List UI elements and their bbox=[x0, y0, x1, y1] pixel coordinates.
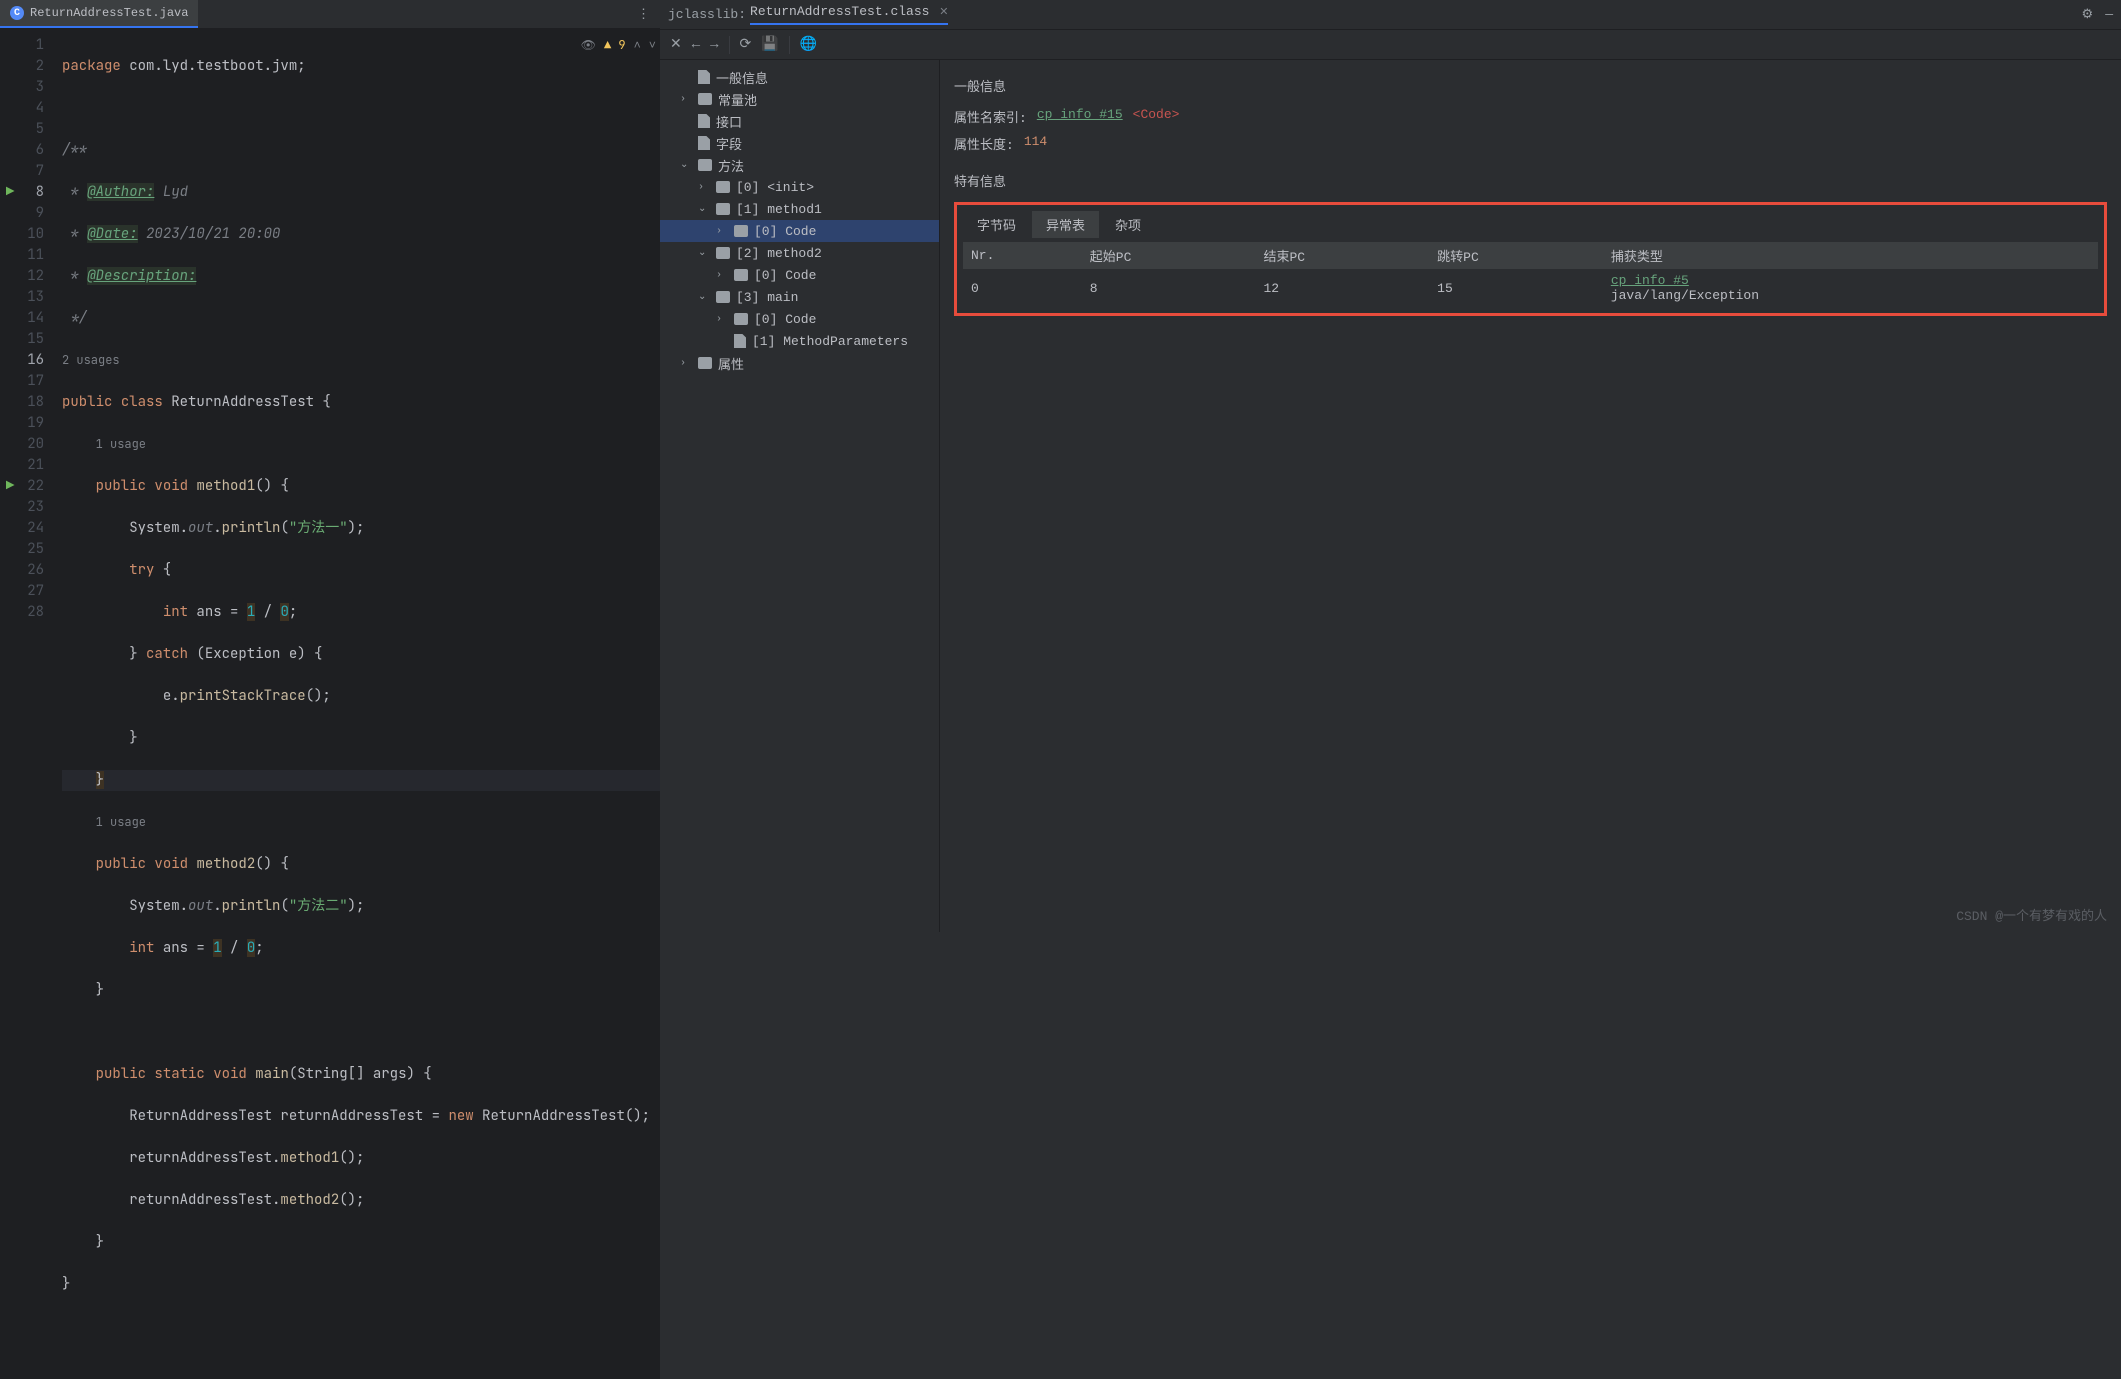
gear-icon[interactable]: ⚙ bbox=[2082, 7, 2094, 22]
line-number-gutter[interactable]: 1234567 ▶8 9101112131415 16 1718192021 ▶… bbox=[0, 29, 50, 1379]
tree-main-params[interactable]: [1] MethodParameters bbox=[660, 330, 939, 352]
folder-icon bbox=[716, 291, 730, 303]
file-icon bbox=[698, 136, 710, 150]
file-icon bbox=[698, 114, 710, 128]
chevron-up-icon[interactable]: ˄ bbox=[634, 35, 641, 56]
jclasslib-label: jclasslib: bbox=[668, 7, 746, 22]
code-area[interactable]: package com.lyd.testboot.jvm; /** * @Aut… bbox=[50, 29, 660, 1379]
inspection-indicators[interactable]: 👁 ▲ 9 ˄ ˅ bbox=[581, 35, 656, 56]
cp-info-15-link[interactable]: cp_info #15 bbox=[1037, 107, 1123, 126]
file-tab[interactable]: C ReturnAddressTest.java bbox=[0, 0, 198, 28]
detail-subtabs: 字节码 异常表 杂项 bbox=[963, 211, 2098, 238]
toolbar: ✕ ← → ⟳ 💾 🌐 bbox=[660, 30, 2121, 60]
eye-icon: 👁 bbox=[581, 35, 596, 56]
file-tab-label: ReturnAddressTest.java bbox=[30, 6, 188, 20]
tree-main-code[interactable]: ›[0] Code bbox=[660, 308, 939, 330]
code-tag: <Code> bbox=[1133, 107, 1180, 126]
attr-index-row: 属性名索引: cp_info #15 <Code> bbox=[954, 107, 2107, 126]
kw-package: package bbox=[62, 57, 121, 75]
folder-icon bbox=[698, 159, 712, 171]
class-tree[interactable]: 一般信息 ›常量池 接口 字段 ⌄方法 ›[0] <init> ⌄[1] met… bbox=[660, 60, 940, 932]
folder-icon bbox=[716, 247, 730, 259]
tree-methods[interactable]: ⌄方法 bbox=[660, 154, 939, 176]
tab-overflow-icon[interactable]: ⋮ bbox=[627, 7, 660, 22]
close-icon[interactable]: ✕ bbox=[939, 7, 948, 19]
col-end: 结束PC bbox=[1255, 242, 1429, 269]
folder-icon bbox=[734, 313, 748, 325]
tree-fields[interactable]: 字段 bbox=[660, 132, 939, 154]
tree-main[interactable]: ⌄[3] main bbox=[660, 286, 939, 308]
file-icon bbox=[698, 70, 710, 84]
class-file-icon: C bbox=[10, 6, 24, 20]
exception-class: java/lang/Exception bbox=[1611, 288, 1759, 303]
watermark: CSDN @一个有梦有戏的人 bbox=[1956, 905, 2107, 924]
tree-method2-code[interactable]: ›[0] Code bbox=[660, 264, 939, 286]
right-content: 一般信息 ›常量池 接口 字段 ⌄方法 ›[0] <init> ⌄[1] met… bbox=[660, 60, 2121, 932]
table-row[interactable]: 0 8 12 15 cp_info #5 java/lang/Exception bbox=[963, 269, 2098, 307]
col-start: 起始PC bbox=[1082, 242, 1256, 269]
tab-misc[interactable]: 杂项 bbox=[1101, 211, 1155, 238]
arrow-right-icon[interactable]: → bbox=[710, 37, 718, 53]
folder-icon bbox=[698, 357, 712, 369]
class-tab[interactable]: ReturnAddressTest.class ✕ bbox=[750, 4, 948, 25]
tab-bytecode[interactable]: 字节码 bbox=[963, 211, 1030, 238]
save-icon[interactable]: 💾 bbox=[761, 36, 778, 53]
editor-pane: C ReturnAddressTest.java ⋮ 👁 ▲ 9 ˄ ˅ 123… bbox=[0, 0, 660, 932]
tree-interfaces[interactable]: 接口 bbox=[660, 110, 939, 132]
globe-icon[interactable]: 🌐 bbox=[800, 36, 817, 53]
table-header-row: Nr. 起始PC 结束PC 跳转PC 捕获类型 bbox=[963, 242, 2098, 269]
file-icon bbox=[734, 334, 746, 348]
editor-tabs: C ReturnAddressTest.java ⋮ bbox=[0, 0, 660, 29]
exception-table: Nr. 起始PC 结束PC 跳转PC 捕获类型 0 8 12 15 cp_inf… bbox=[963, 242, 2098, 307]
tree-method1[interactable]: ⌄[1] method1 bbox=[660, 198, 939, 220]
tree-general[interactable]: 一般信息 bbox=[660, 66, 939, 88]
jclasslib-pane: jclasslib: ReturnAddressTest.class ✕ ⚙ —… bbox=[660, 0, 2121, 932]
tab-exception-table[interactable]: 异常表 bbox=[1032, 211, 1099, 238]
separator bbox=[729, 36, 730, 54]
chevron-down-icon[interactable]: ˅ bbox=[649, 35, 656, 56]
hide-icon[interactable]: — bbox=[2105, 7, 2113, 22]
folder-icon bbox=[698, 93, 712, 105]
attr-length-row: 属性长度: 114 bbox=[954, 134, 2107, 153]
tree-method1-code[interactable]: ›[0] Code bbox=[660, 220, 939, 242]
folder-icon bbox=[716, 203, 730, 215]
separator bbox=[789, 36, 790, 54]
tree-constpool[interactable]: ›常量池 bbox=[660, 88, 939, 110]
folder-icon bbox=[734, 225, 748, 237]
close-x-icon[interactable]: ✕ bbox=[670, 36, 682, 53]
detail-pane: 一般信息 属性名索引: cp_info #15 <Code> 属性长度: 114… bbox=[940, 60, 2121, 932]
tree-attrs[interactable]: ›属性 bbox=[660, 352, 939, 374]
tree-method2[interactable]: ⌄[2] method2 bbox=[660, 242, 939, 264]
refresh-icon[interactable]: ⟳ bbox=[740, 36, 752, 53]
col-jump: 跳转PC bbox=[1429, 242, 1603, 269]
cp-info-5-link[interactable]: cp_info #5 bbox=[1611, 273, 1689, 288]
attr-length-value: 114 bbox=[1024, 134, 1047, 153]
col-nr: Nr. bbox=[963, 242, 1082, 269]
detail-heading-general: 一般信息 bbox=[954, 76, 2107, 95]
warning-badge: ▲ 9 bbox=[604, 35, 626, 56]
tree-method-init[interactable]: ›[0] <init> bbox=[660, 176, 939, 198]
right-tabs: jclasslib: ReturnAddressTest.class ✕ ⚙ — bbox=[660, 0, 2121, 30]
detail-heading-specific: 特有信息 bbox=[954, 171, 2107, 190]
code-editor[interactable]: 👁 ▲ 9 ˄ ˅ 1234567 ▶8 9101112131415 16 17… bbox=[0, 29, 660, 1379]
col-catch: 捕获类型 bbox=[1603, 242, 2098, 269]
arrow-left-icon[interactable]: ← bbox=[692, 37, 700, 53]
folder-icon bbox=[716, 181, 730, 193]
folder-icon bbox=[734, 269, 748, 281]
highlighted-box: 字节码 异常表 杂项 Nr. 起始PC 结束PC 跳转PC 捕获类型 0 8 bbox=[954, 202, 2107, 316]
